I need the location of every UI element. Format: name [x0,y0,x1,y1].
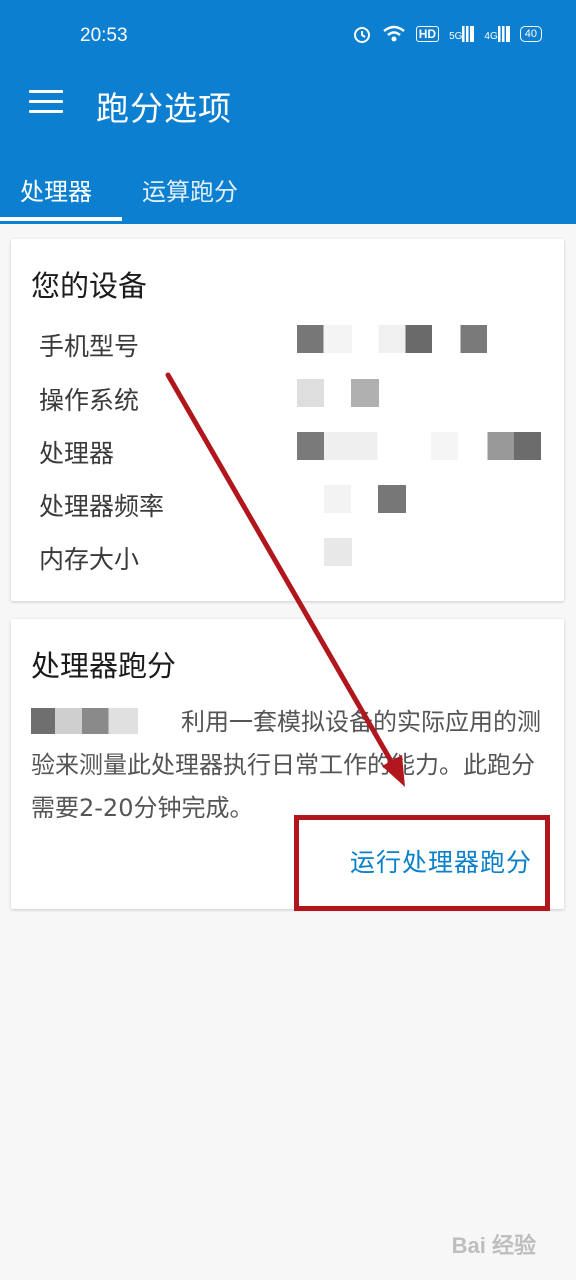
signal-bars-icon [462,26,475,42]
tab-indicator [0,217,122,221]
redacted-value [297,432,541,460]
signal-5g-label: 5G [449,31,463,42]
battery-level: 40 [524,28,537,40]
signal-bars-icon [497,26,510,42]
redacted-value [324,538,352,566]
menu-icon[interactable] [29,90,63,120]
status-icons: HD 5G 4G 40 [352,24,542,44]
tab-processor[interactable]: 处理器 [20,172,92,207]
hd-badge: HD [415,26,440,42]
signal-4g: 4G [484,26,510,42]
row-label-os: 操作系统 [39,386,140,415]
benchmark-card-title: 处理器跑分 [31,649,177,683]
page-title: 跑分选项 [96,89,232,128]
row-label-model: 手机型号 [39,332,140,361]
benchmark-description: 利用一套模拟设备的实际应用的测验来测量此处理器执行日常工作的能力。此跑分需要2-… [31,701,556,830]
signal-5g: 5G [449,26,475,42]
tab-compute-benchmark[interactable]: 运算跑分 [142,172,238,207]
signal-4g-label: 4G [484,31,498,42]
redacted-value [297,379,379,407]
row-label-cpu: 处理器 [39,439,115,468]
battery-icon: 40 [519,26,542,42]
device-card-title: 您的设备 [31,269,148,303]
device-card: 您的设备 手机型号 操作系统 处理器 处理器频率 内存大小 [11,239,564,601]
status-time: 20:53 [80,25,128,46]
app-bar: 跑分选项 处理器 运算跑分 [0,68,576,224]
watermark: Bai 经验 [451,1233,536,1258]
row-label-cpu-frequency: 处理器频率 [39,492,165,521]
row-label-memory: 内存大小 [39,545,140,574]
redacted-value [324,485,406,513]
alarm-icon [353,27,370,43]
annotation-highlight-box [294,815,550,911]
status-bar: 20:53 HD 5G 4G 40 [0,0,576,68]
redacted-app-name [31,708,165,734]
redacted-value [297,325,487,353]
wifi-icon [382,25,405,42]
